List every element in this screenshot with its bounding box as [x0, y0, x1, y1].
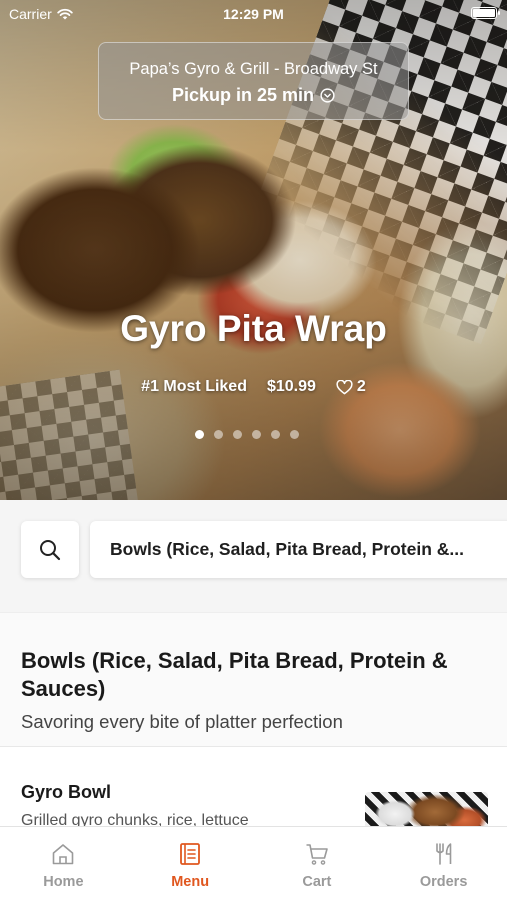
pickup-selector[interactable]: Papa’s Gyro & Grill - Broadway St Pickup… [98, 42, 409, 120]
battery-icon [471, 7, 500, 19]
app-screen: Carrier 12:29 PM Papa’s Gyro & Grill - B… [0, 0, 507, 900]
featured-dish-title: Gyro Pita Wrap [120, 308, 387, 349]
carousel-dot[interactable] [290, 430, 299, 439]
tab-orders[interactable]: Orders [380, 827, 507, 900]
heart-icon [336, 379, 353, 394]
tab-menu[interactable]: Menu [127, 827, 254, 900]
menu-item-name: Gyro Bowl [21, 782, 112, 802]
like-button[interactable]: 2 [336, 378, 366, 396]
like-count: 2 [356, 378, 366, 395]
section-title: Bowls (Rice, Salad, Pita Bread, Protein … [21, 648, 448, 701]
menu-icon [180, 843, 201, 865]
carousel-dot[interactable] [214, 430, 223, 439]
menu-item[interactable]: Gyro Bowl Grilled gyro chunks, rice, let… [0, 746, 507, 837]
carousel-dot[interactable] [233, 430, 242, 439]
pickup-eta: Pickup in 25 min [99, 85, 408, 106]
fork-knife-icon [435, 843, 451, 865]
featured-dish-meta: #1 Most Liked $10.99 2 [0, 378, 507, 396]
status-bar: Carrier 12:29 PM [0, 0, 507, 28]
tab-orders-label: Orders [419, 874, 468, 890]
chevron-down-circle-icon [320, 88, 335, 103]
carousel-dot[interactable] [252, 430, 261, 439]
cart-icon [306, 844, 328, 865]
tab-home-label: Home [43, 874, 84, 890]
carousel-dot[interactable] [195, 430, 204, 439]
tab-bar: Home Menu Cart Orders [0, 826, 507, 900]
battery-level-fill [473, 9, 495, 17]
carousel-dots[interactable] [195, 430, 299, 439]
tab-menu-label: Menu [171, 874, 210, 890]
rank-badge: #1 Most Liked [141, 378, 247, 395]
status-time: 12:29 PM [223, 6, 284, 22]
search-button[interactable] [21, 521, 79, 578]
dish-price: $10.99 [266, 378, 316, 395]
menu-section: Bowls (Rice, Salad, Pita Bread, Protein … [0, 612, 507, 746]
tab-cart-label: Cart [302, 874, 332, 890]
pickup-eta-label: Pickup in 25 min [171, 85, 315, 105]
store-name: Papa’s Gyro & Grill - Broadway St [129, 60, 378, 78]
search-icon [40, 539, 61, 560]
home-icon [53, 844, 74, 865]
section-subtitle: Savoring every bite of platter perfectio… [21, 711, 343, 732]
tab-home[interactable]: Home [0, 827, 127, 900]
category-selector[interactable]: Bowls (Rice, Salad, Pita Bread, Protein … [90, 521, 507, 578]
carousel-dot[interactable] [271, 430, 280, 439]
tab-cart[interactable]: Cart [254, 827, 381, 900]
